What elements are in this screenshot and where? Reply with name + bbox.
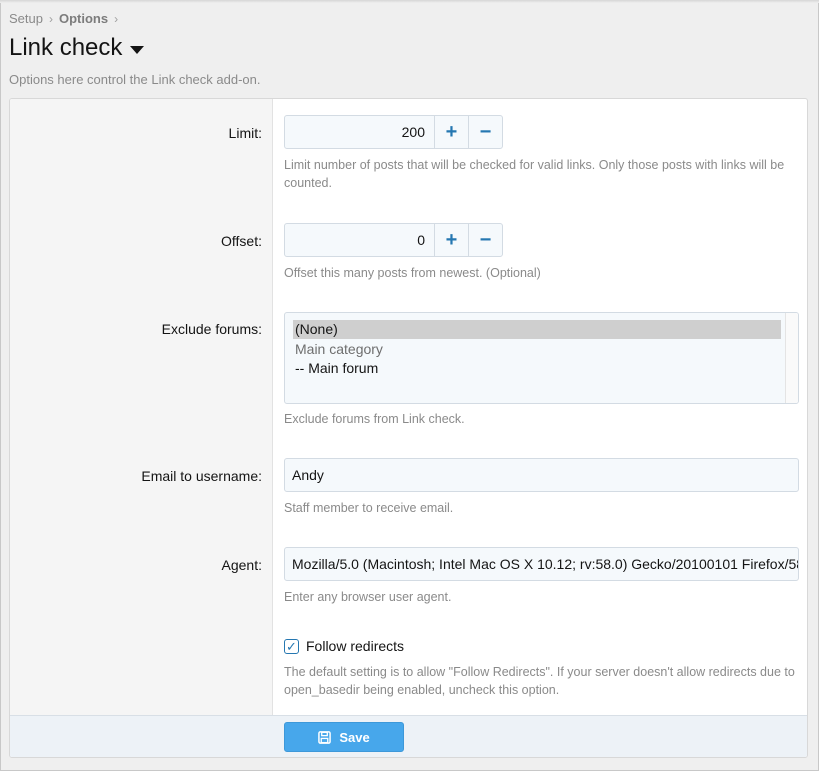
offset-stepper: 0 + − [284,223,503,257]
breadcrumb: Setup › Options › [9,11,118,26]
follow-redirects-hint: The default setting is to allow "Follow … [284,665,795,697]
chevron-right-icon: › [114,11,119,26]
page-description: Options here control the Link check add-… [9,72,261,87]
minus-icon: − [479,228,492,251]
limit-decrement-button[interactable]: − [468,116,502,148]
limit-hint: Limit number of posts that will be check… [284,158,785,190]
limit-label: Limit: [228,125,262,141]
form-footer: Save [10,715,807,757]
plus-icon: + [445,228,458,251]
offset-hint: Offset this many posts from newest. (Opt… [284,266,541,280]
breadcrumb-options[interactable]: Options [59,11,108,26]
caret-down-icon [130,45,145,54]
offset-decrement-button[interactable]: − [468,224,502,256]
options-panel: Limit: 200 + − Limit number of posts tha… [9,98,808,758]
email-username-hint: Staff member to receive email. [284,501,454,515]
email-username-input[interactable]: Andy [284,458,799,492]
exclude-forums-label: Exclude forums: [161,321,262,337]
forum-option-main-category: Main category [295,341,383,357]
page-title: Link check [9,34,123,61]
save-button-label: Save [339,729,370,745]
top-shadow [0,0,819,3]
follow-redirects-row[interactable]: ✓ Follow redirects [284,638,404,654]
label-column [10,99,273,715]
floppy-disk-icon [318,730,332,744]
email-username-label: Email to username: [141,468,262,484]
plus-icon: + [445,120,458,143]
chevron-right-icon: › [48,11,53,26]
breadcrumb-setup[interactable]: Setup [9,11,43,26]
limit-input[interactable]: 200 [285,116,434,148]
save-button[interactable]: Save [284,722,404,752]
limit-stepper: 200 + − [284,115,503,149]
page-title-menu[interactable]: Link check [9,34,145,62]
minus-icon: − [479,120,492,143]
agent-label: Agent: [221,557,262,573]
offset-label: Offset: [221,233,262,249]
follow-redirects-checkbox[interactable]: ✓ [284,638,299,654]
agent-hint: Enter any browser user agent. [284,590,452,604]
exclude-forums-hint: Exclude forums from Link check. [284,412,465,426]
follow-redirects-label[interactable]: Follow redirects [306,638,404,654]
check-icon: ✓ [286,638,297,654]
forum-option-none[interactable]: (None) [293,320,781,339]
forum-option-main-forum[interactable]: -- Main forum [293,359,781,378]
offset-input[interactable]: 0 [285,224,434,256]
agent-input[interactable]: Mozilla/5.0 (Macintosh; Intel Mac OS X 1… [284,547,799,581]
exclude-forums-select[interactable]: (None) Main category -- Main forum [284,312,799,404]
offset-increment-button[interactable]: + [434,224,468,256]
listbox-scrollbar[interactable] [785,313,798,403]
limit-increment-button[interactable]: + [434,116,468,148]
